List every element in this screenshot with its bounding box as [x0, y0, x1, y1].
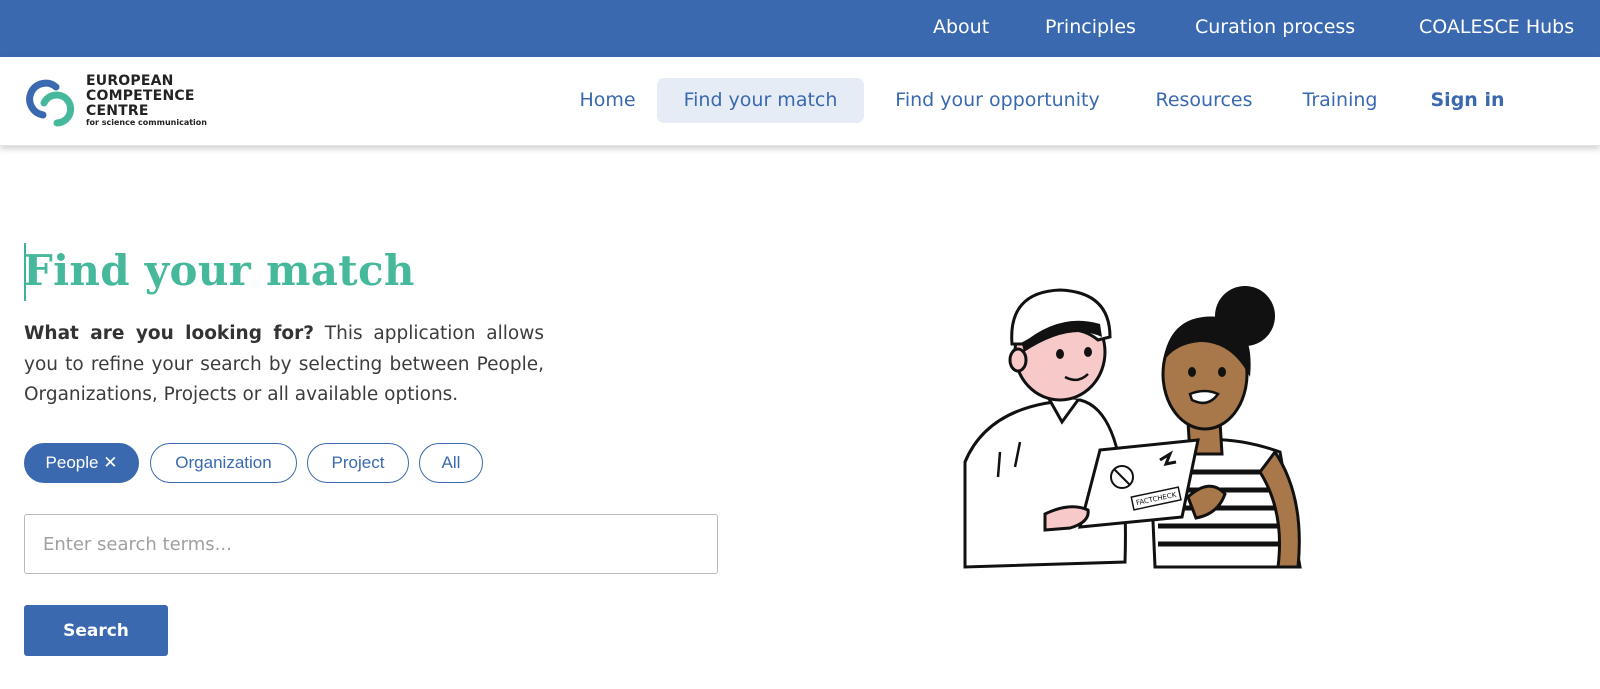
site-logo[interactable]: EUROPEAN COMPETENCE CENTRE for science c…	[23, 74, 223, 130]
main-header: EUROPEAN COMPETENCE CENTRE for science c…	[0, 57, 1600, 146]
filter-chip-people[interactable]: People ✕	[24, 443, 139, 483]
topbar-link-principles[interactable]: Principles	[1045, 0, 1136, 57]
top-utility-bar: About Principles Curation process COALES…	[0, 0, 1600, 57]
intro-lead: What are you looking for?	[24, 323, 314, 344]
search-input[interactable]	[24, 514, 718, 574]
two-people-laptop-illustration: FACTCHECK	[963, 286, 1302, 569]
topbar-link-about[interactable]: About	[933, 0, 989, 57]
logo-wordmark: EUROPEAN COMPETENCE CENTRE	[86, 73, 195, 119]
filter-chip-all[interactable]: All	[419, 443, 483, 483]
filter-chip-project[interactable]: Project	[307, 443, 409, 483]
nav-find-your-match[interactable]: Find your match	[657, 78, 864, 123]
logo-tagline: for science communication	[86, 118, 207, 127]
filter-chip-organization[interactable]: Organization	[150, 443, 297, 483]
nav-training[interactable]: Training	[1290, 78, 1390, 123]
nav-sign-in[interactable]: Sign in	[1420, 78, 1515, 123]
nav-home[interactable]: Home	[570, 78, 645, 123]
topbar-link-curation-process[interactable]: Curation process	[1195, 0, 1355, 57]
nav-find-your-opportunity[interactable]: Find your opportunity	[878, 78, 1117, 123]
intro-paragraph: What are you looking for? This applicati…	[24, 319, 544, 411]
nav-resources[interactable]: Resources	[1144, 78, 1264, 123]
search-button[interactable]: Search	[24, 605, 168, 656]
page-title: Find your match	[23, 246, 415, 295]
topbar-link-coalesce-hubs[interactable]: COALESCE Hubs	[1419, 0, 1574, 57]
logo-mark-icon	[26, 79, 75, 127]
